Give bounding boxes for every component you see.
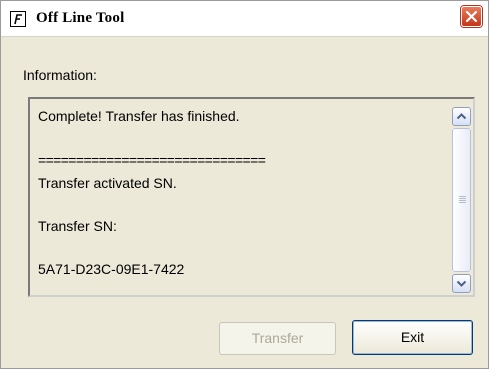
- scroll-track[interactable]: [452, 128, 471, 272]
- info-line-activated: Transfer activated SN.: [38, 175, 177, 191]
- close-icon: [465, 10, 478, 23]
- title-bar[interactable]: Off Line Tool: [1, 1, 488, 37]
- scroll-down-button[interactable]: [452, 274, 471, 293]
- close-button[interactable]: [461, 6, 482, 27]
- off-line-tool-window: Off Line Tool Information: Complete! Tra…: [0, 0, 489, 369]
- scroll-up-arrow-icon: [456, 113, 467, 120]
- scroll-down-arrow-icon: [456, 280, 467, 287]
- information-text-area[interactable]: Complete! Transfer has finished. =======…: [28, 97, 475, 297]
- transfer-button[interactable]: Transfer: [219, 322, 336, 355]
- scroll-up-button[interactable]: [452, 107, 471, 126]
- vertical-scrollbar[interactable]: [452, 107, 471, 293]
- info-line-sn-label: Transfer SN:: [38, 218, 117, 234]
- info-line-complete: Complete! Transfer has finished.: [38, 108, 240, 124]
- scroll-grip-icon: [459, 196, 466, 204]
- info-line-sn-value: 5A71-D23C-09E1-7422: [38, 261, 185, 277]
- window-title: Off Line Tool: [36, 10, 125, 26]
- info-line-separator: ==============================: [38, 152, 266, 168]
- scroll-thumb[interactable]: [452, 128, 471, 272]
- information-label: Information:: [23, 67, 97, 83]
- app-glyph-icon: [14, 14, 22, 25]
- exit-button[interactable]: Exit: [352, 320, 473, 355]
- app-icon: [10, 11, 26, 27]
